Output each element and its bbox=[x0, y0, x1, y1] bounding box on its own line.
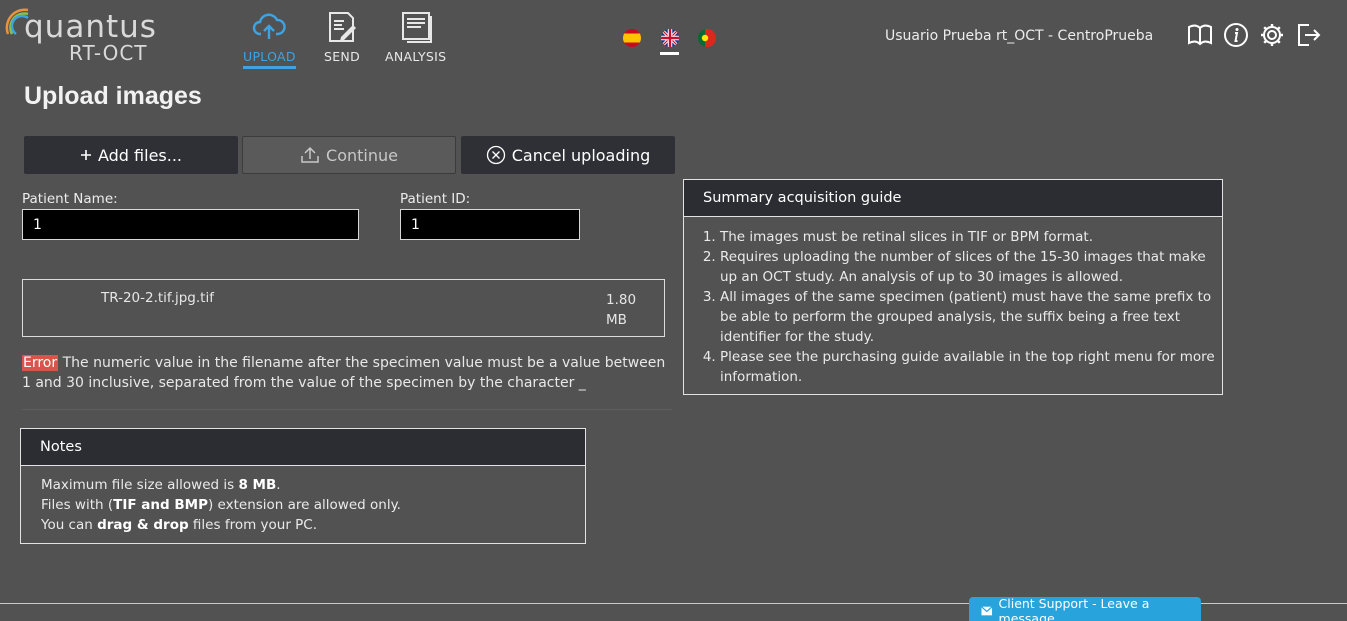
continue-button[interactable]: Continue bbox=[242, 136, 456, 174]
nav-analysis-label: ANALYSIS bbox=[385, 49, 447, 64]
cancel-circle-icon bbox=[486, 145, 506, 165]
client-support-label: Client Support - Leave a message bbox=[998, 596, 1150, 621]
nav-active-underline bbox=[243, 66, 296, 69]
error-badge: Error bbox=[22, 355, 59, 371]
add-files-label: Add files... bbox=[97, 145, 183, 165]
notes-body: Maximum file size allowed is 8 MB. Files… bbox=[21, 466, 585, 544]
gear-icon[interactable] bbox=[1259, 22, 1285, 48]
info-icon[interactable] bbox=[1223, 22, 1249, 48]
continue-label: Continue bbox=[326, 145, 398, 165]
notes-panel: Notes Maximum file size allowed is 8 MB.… bbox=[20, 428, 586, 544]
envelope-icon bbox=[981, 606, 993, 616]
error-message-text: The numeric value in the filename after … bbox=[22, 355, 666, 391]
notes-line-drag-drop: You can drag & drop files from your PC. bbox=[41, 517, 318, 533]
logo-wordmark: quantus bbox=[24, 9, 157, 45]
cancel-uploading-button[interactable]: Cancel uploading bbox=[461, 136, 675, 174]
acquisition-guide-panel: Summary acquisition guide The images mus… bbox=[683, 179, 1223, 395]
divider bbox=[22, 409, 672, 410]
book-icon[interactable] bbox=[1187, 22, 1213, 48]
analysis-document-icon bbox=[401, 12, 432, 43]
cancel-uploading-label: Cancel uploading bbox=[511, 145, 651, 165]
file-size-value: 1.80 bbox=[606, 292, 637, 308]
guide-item: The images must be retinal slices in TIF… bbox=[720, 227, 1216, 247]
notes-line-extensions: Files with (TIF and BMP) extension are a… bbox=[41, 497, 401, 513]
add-files-button[interactable]: Add files... bbox=[24, 136, 238, 174]
nav-analysis[interactable]: ANALYSIS bbox=[385, 10, 446, 64]
client-support-button[interactable]: Client Support - Leave a message bbox=[969, 596, 1201, 621]
nav-send-label: SEND bbox=[324, 49, 361, 64]
logout-icon[interactable] bbox=[1295, 22, 1321, 48]
nav-upload-label: UPLOAD bbox=[243, 49, 296, 64]
file-name: TR-20-2.tif.jpg.tif bbox=[101, 290, 214, 306]
guide-item: Requires uploading the number of slices … bbox=[720, 247, 1216, 287]
app-logo[interactable]: quantus RT-OCT bbox=[2, 4, 162, 65]
selected-language-underline bbox=[660, 52, 679, 55]
user-info: Usuario Prueba rt_OCT - CentroPrueba bbox=[885, 28, 1154, 44]
patient-name-label: Patient Name: bbox=[22, 191, 118, 207]
notes-line-max-size: Maximum file size allowed is 8 MB. bbox=[41, 477, 281, 493]
page-title: Upload images bbox=[24, 82, 202, 110]
nav-send[interactable]: SEND bbox=[324, 10, 360, 64]
upload-icon bbox=[300, 146, 320, 164]
acquisition-guide-title: Summary acquisition guide bbox=[684, 180, 1222, 217]
send-document-icon bbox=[329, 12, 356, 42]
error-message: Error The numeric value in the filename … bbox=[22, 353, 672, 393]
file-size: 1.80 MB bbox=[606, 290, 646, 330]
notes-title: Notes bbox=[21, 429, 585, 466]
cloud-upload-icon bbox=[253, 13, 287, 39]
flag-pt-icon[interactable] bbox=[698, 29, 716, 47]
flag-en-icon[interactable] bbox=[661, 29, 679, 47]
patient-name-input[interactable] bbox=[22, 209, 359, 240]
logo-subtitle: RT-OCT bbox=[69, 41, 148, 65]
flag-es-icon[interactable] bbox=[623, 29, 641, 47]
file-size-unit: MB bbox=[606, 312, 627, 328]
patient-id-label: Patient ID: bbox=[400, 191, 471, 207]
guide-item: Please see the purchasing guide availabl… bbox=[720, 347, 1216, 387]
acquisition-guide-list: The images must be retinal slices in TIF… bbox=[684, 217, 1222, 387]
plus-icon bbox=[80, 149, 92, 161]
guide-item: All images of the same specimen (patient… bbox=[720, 287, 1216, 347]
nav-upload[interactable]: UPLOAD bbox=[243, 10, 296, 69]
file-list-item[interactable]: TR-20-2.tif.jpg.tif 1.80 MB bbox=[22, 279, 665, 337]
patient-id-input[interactable] bbox=[400, 209, 580, 240]
